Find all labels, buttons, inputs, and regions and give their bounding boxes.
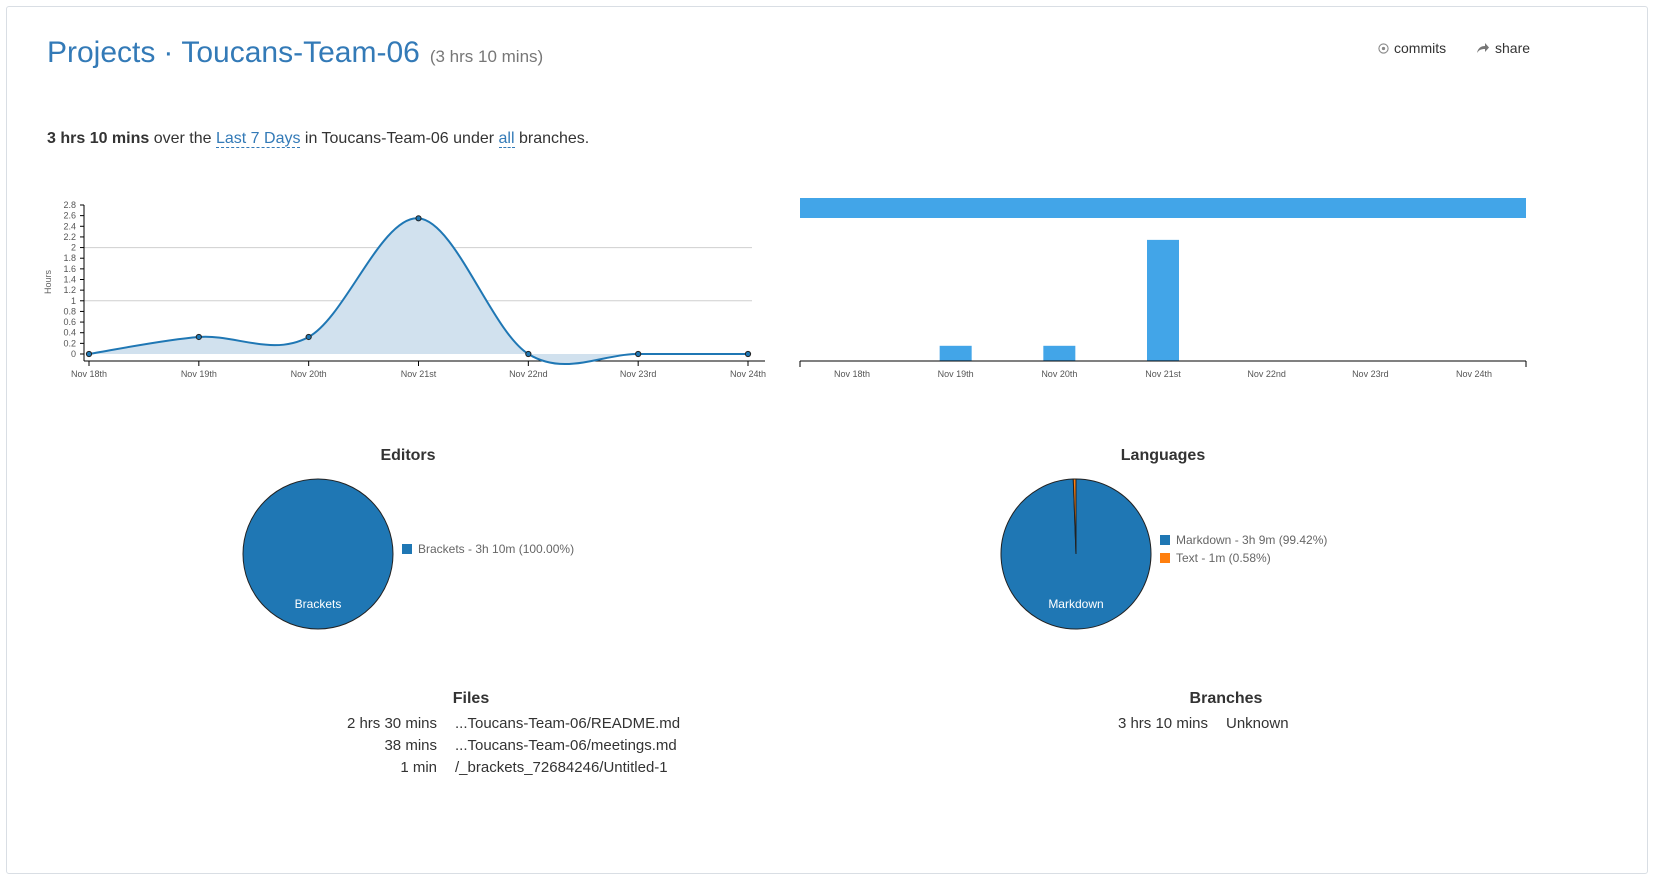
x-tick-label: Nov 23rd (1352, 369, 1389, 379)
data-point[interactable] (195, 333, 202, 341)
commits-label: commits (1394, 40, 1447, 56)
x-tick-label: Nov 19th (181, 369, 217, 379)
daily-hours-line-chart: 00.20.40.60.811.21.41.61.822.22.42.62.8 … (43, 200, 766, 379)
legend-swatch (1160, 553, 1170, 563)
x-tick-label: Nov 24th (730, 369, 766, 379)
summary-total: 3 hrs 10 mins (47, 130, 150, 147)
y-tick-label: 1.6 (63, 264, 76, 274)
day-bar[interactable] (939, 345, 972, 361)
files-title: Files (452, 690, 490, 707)
data-point[interactable] (415, 215, 422, 222)
y-axis-label: Hours (43, 270, 53, 295)
range-selector[interactable]: Last 7 Days (215, 130, 301, 148)
file-row: 2 hrs 30 mins ...Toucans-Team-06/README.m… (305, 713, 680, 735)
editors-title: Editors (380, 447, 436, 464)
y-tick-label: 1.4 (63, 275, 76, 285)
data-point[interactable] (305, 333, 312, 341)
x-tick-label: Nov 18th (834, 369, 870, 379)
file-name[interactable]: ...Toucans-Team-06/meetings.md (455, 735, 677, 757)
files-list: 2 hrs 30 mins ...Toucans-Team-06/README.m… (305, 713, 680, 779)
x-tick-label: Nov 21st (401, 369, 437, 379)
x-tick-label: Nov 23rd (620, 369, 657, 379)
y-tick-label: 2.8 (63, 200, 76, 210)
x-tick-label: Nov 20th (1041, 369, 1077, 379)
timeline-bar (800, 198, 1526, 218)
y-tick-label: 2 (71, 243, 76, 253)
file-name[interactable]: /_brackets_72684246/Untitled-1 (455, 757, 668, 779)
branch-duration: 3 hrs 10 mins (1117, 715, 1208, 732)
y-tick-label: 1.8 (63, 253, 76, 263)
y-tick-label: 0 (71, 349, 76, 359)
file-row: 1 min /_brackets_72684246/Untitled-1 (305, 757, 680, 779)
branch-selector[interactable]: all (498, 130, 515, 148)
y-tick-label: 0.6 (63, 317, 76, 327)
data-point[interactable] (635, 350, 642, 358)
share-icon (1477, 43, 1489, 53)
branch-name[interactable]: Unknown (1226, 713, 1289, 735)
file-name[interactable]: ...Toucans-Team-06/README.md (455, 713, 680, 735)
summary-line: 3 hrs 10 mins over the Last 7 Days in To… (47, 130, 589, 148)
summary-text-2: in Toucans-Team-06 under (300, 130, 499, 147)
x-tick-label: Nov 21st (1145, 369, 1181, 379)
file-duration: 38 mins (384, 737, 437, 754)
summary-text-1: over the (149, 130, 216, 147)
x-tick-label: Nov 22nd (1247, 369, 1286, 379)
title-separator: · (163, 36, 174, 69)
y-tick-label: 2.4 (63, 221, 76, 231)
data-point[interactable] (85, 350, 93, 358)
editors-pie-chart: Brackets (242, 478, 394, 630)
share-label: share (1495, 40, 1531, 56)
languages-pie-chart: Markdown (1000, 478, 1152, 630)
day-bar[interactable] (1147, 239, 1179, 361)
editors-legend: Brackets - 3h 10m (100.00%) (402, 540, 574, 558)
legend-label: Text - 1m (0.58%) (1176, 551, 1271, 565)
y-tick-label: 1.2 (63, 285, 76, 295)
commits-button[interactable]: commits (1378, 40, 1446, 56)
project-duration: (3 hrs 10 mins) (429, 47, 544, 66)
legend-item: Text - 1m (0.58%) (1160, 549, 1327, 567)
y-tick-label: 1 (71, 296, 76, 306)
commit-icon (1378, 42, 1389, 54)
branches-list: 3 hrs 10 mins Unknown (1076, 713, 1289, 735)
x-tick-label: Nov 24th (1456, 369, 1492, 379)
file-duration: 2 hrs 30 mins (346, 715, 437, 732)
y-tick-label: 2.2 (63, 232, 76, 242)
y-tick-label: 2.6 (63, 211, 76, 221)
project-name-link[interactable]: Toucans-Team-06 (181, 36, 419, 69)
file-row: 38 mins ...Toucans-Team-06/meetings.md (305, 735, 680, 757)
file-duration: 1 min (400, 759, 437, 776)
hours-area (89, 218, 748, 365)
data-point[interactable] (525, 350, 532, 358)
legend-swatch (1160, 535, 1170, 545)
x-tick-label: Nov 18th (71, 369, 107, 379)
legend-label: Brackets - 3h 10m (100.00%) (418, 542, 575, 556)
x-tick-label: Nov 22nd (509, 369, 548, 379)
y-tick-label: 0.4 (63, 328, 76, 338)
y-tick-label: 0.2 (63, 338, 76, 348)
languages-legend: Markdown - 3h 9m (99.42%) Text - 1m (0.58… (1160, 531, 1327, 567)
data-point[interactable] (744, 350, 752, 358)
pie-slice-label: Markdown (1048, 597, 1103, 611)
y-tick-label: 0.8 (63, 306, 76, 316)
daily-hours-bar-chart: Nov 18th Nov 19th Nov 20th Nov 21st Nov 22nd… (799, 198, 1527, 379)
legend-item: Brackets - 3h 10m (100.00%) (402, 540, 574, 558)
share-button[interactable]: share (1476, 40, 1530, 56)
page-title: Projects · Toucans-Team-06 (3 hrs 10 mins) (47, 36, 543, 70)
branches-title: Branches (1189, 690, 1263, 707)
pie-slice-label: Brackets (295, 597, 342, 611)
summary-text-3: branches. (514, 130, 590, 147)
projects-link[interactable]: Projects (47, 36, 155, 69)
languages-title: Languages (1120, 447, 1206, 464)
x-tick-label: Nov 19th (938, 369, 974, 379)
legend-label: Markdown - 3h 9m (99.42%) (1176, 533, 1328, 547)
legend-swatch (402, 544, 412, 554)
day-bar[interactable] (1043, 345, 1076, 361)
legend-item: Markdown - 3h 9m (99.42%) (1160, 531, 1327, 549)
x-tick-label: Nov 20th (291, 369, 327, 379)
branch-row: 3 hrs 10 mins Unknown (1076, 713, 1289, 735)
